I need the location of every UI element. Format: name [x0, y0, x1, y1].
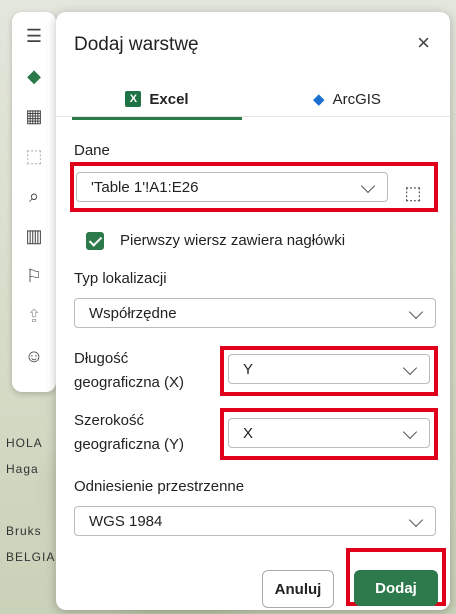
layers-icon[interactable]: ◆	[22, 64, 46, 88]
tab-excel[interactable]: X Excel	[72, 84, 242, 120]
tab-excel-label: Excel	[149, 90, 189, 108]
latitude-value: X	[243, 424, 254, 442]
cancel-button[interactable]: Anuluj	[262, 570, 334, 608]
chevron-down-icon	[402, 424, 418, 440]
tab-divider	[56, 116, 450, 117]
data-label: Dane	[74, 142, 110, 159]
spatial-ref-value: WGS 1984	[89, 512, 163, 530]
qr-code-icon[interactable]: ▦	[22, 104, 46, 128]
chevron-down-icon	[408, 304, 424, 320]
add-button[interactable]: Dodaj	[354, 570, 438, 606]
map-label-belgia: BELGIA	[6, 550, 56, 564]
panel-title: Dodaj warstwę	[74, 34, 199, 55]
longitude-label-line2: geograficzna (X)	[74, 374, 185, 391]
map-label-bruks: Bruks	[6, 524, 42, 538]
chevron-down-icon	[360, 178, 376, 194]
longitude-select[interactable]: Y	[228, 354, 430, 384]
select-area-icon[interactable]: ⬚	[22, 144, 46, 168]
excel-icon: X	[125, 91, 142, 107]
longitude-label-line1: Długość	[74, 350, 129, 367]
chevron-down-icon	[408, 512, 424, 528]
chart-icon[interactable]: ▥	[22, 224, 46, 248]
select-range-button[interactable]: ⬚	[396, 176, 430, 210]
location-type-select[interactable]: Współrzędne	[74, 298, 436, 328]
latitude-label-line2: geograficzna (Y)	[74, 436, 185, 453]
chevron-down-icon	[402, 360, 418, 376]
select-range-icon: ⬚	[404, 182, 422, 203]
location-type-value: Współrzędne	[89, 304, 177, 322]
tab-arcgis[interactable]: ◆ ArcGIS	[262, 84, 432, 114]
latitude-label-line1: Szerokość	[74, 412, 145, 429]
layers-icon: ◆	[313, 91, 325, 108]
map-label-haga: Haga	[6, 462, 39, 476]
data-range-select[interactable]: 'Table 1'!A1:E26	[76, 172, 388, 202]
map-icon[interactable]: ⚐	[22, 264, 46, 288]
tab-arcgis-label: ArcGIS	[332, 90, 381, 108]
add-layer-panel: Dodaj warstwę × X Excel ◆ ArcGIS Dane 'T…	[56, 12, 450, 610]
menu-icon[interactable]: ☰	[22, 24, 46, 48]
header-checkbox-label: Pierwszy wiersz zawiera nagłówki	[120, 232, 346, 249]
close-icon[interactable]: ×	[417, 30, 430, 56]
user-icon[interactable]: ☺	[22, 344, 46, 368]
share-icon[interactable]: ⇪	[22, 304, 46, 328]
header-checkbox[interactable]	[86, 232, 104, 250]
location-type-label: Typ lokalizacji	[74, 270, 167, 287]
left-toolbar: ☰ ◆ ▦ ⬚ ⌕ ▥ ⚐ ⇪ ☺	[12, 12, 56, 392]
search-icon[interactable]: ⌕	[22, 184, 46, 208]
longitude-value: Y	[243, 360, 254, 378]
map-label-hola: HOLA	[6, 436, 43, 450]
data-range-value: 'Table 1'!A1:E26	[91, 178, 199, 196]
latitude-select[interactable]: X	[228, 418, 430, 448]
spatial-ref-label: Odniesienie przestrzenne	[74, 478, 245, 495]
spatial-ref-select[interactable]: WGS 1984	[74, 506, 436, 536]
